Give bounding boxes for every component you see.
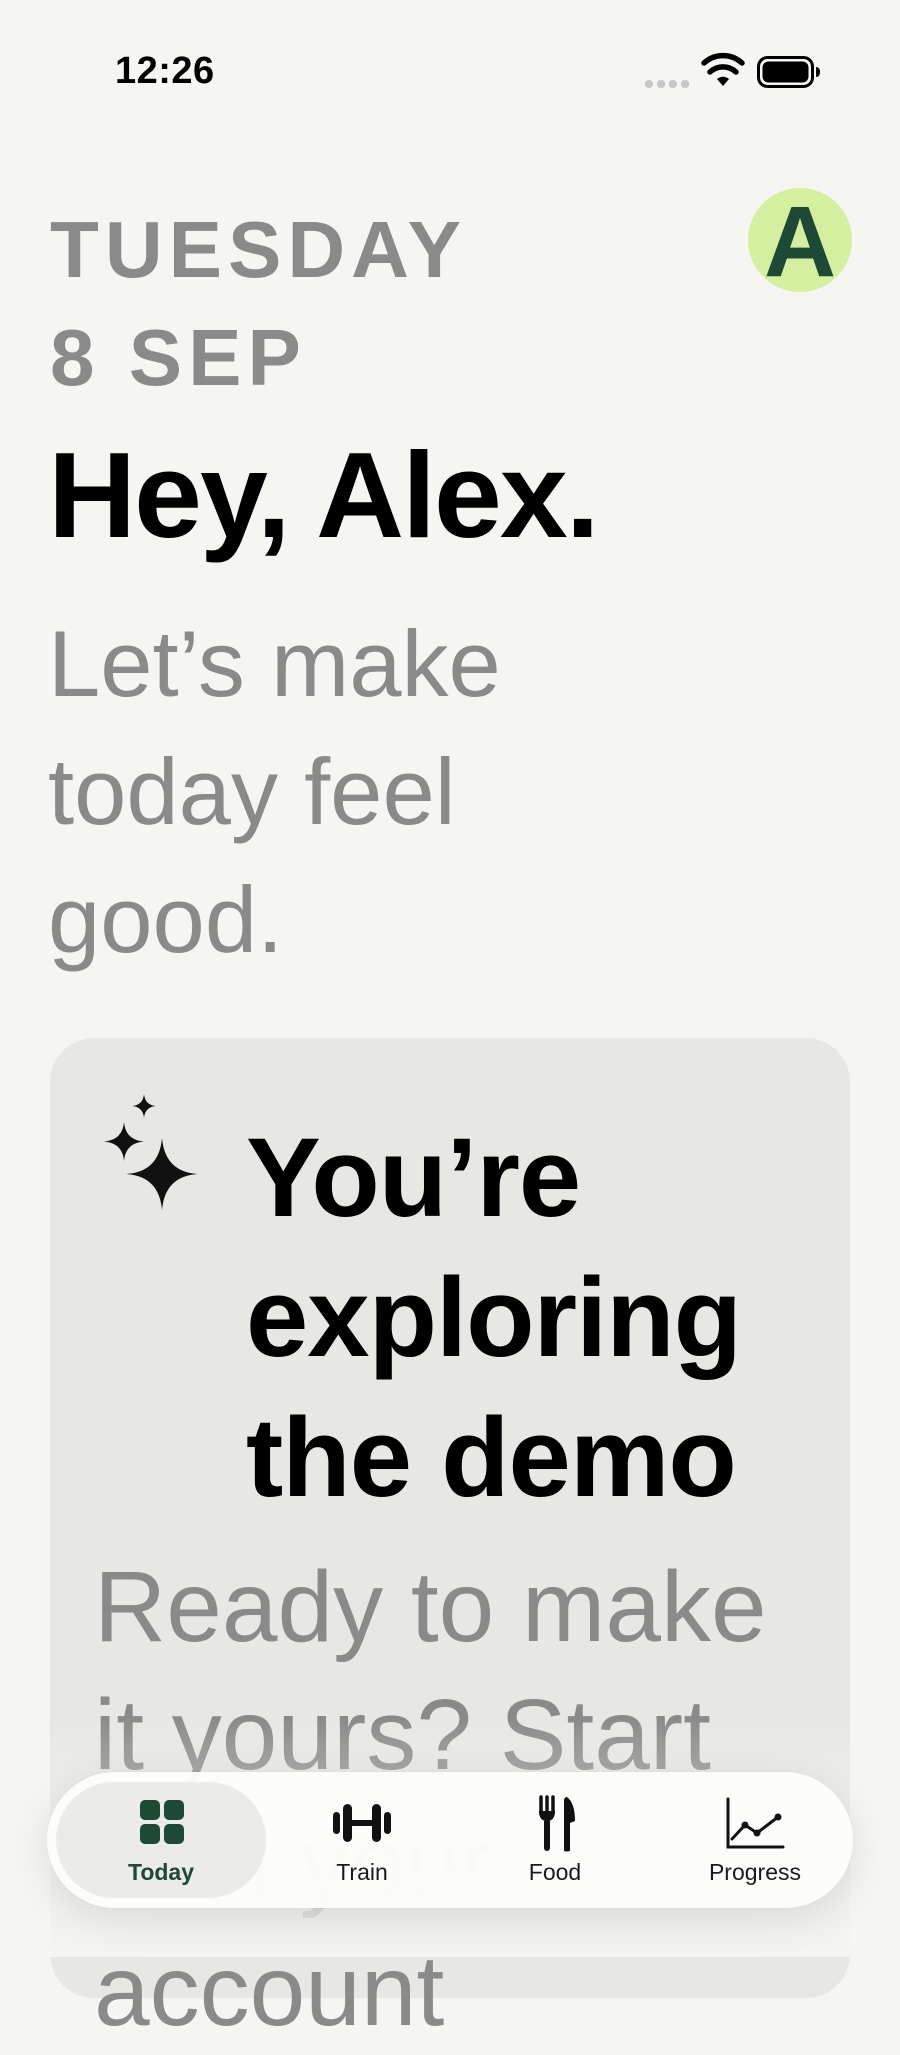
dumbbell-icon [333,1803,391,1842]
chart-line-icon [726,1797,785,1848]
date-label: TUESDAY 8 SEP [50,205,467,402]
tab-today[interactable]: Today [56,1782,266,1898]
tab-label: Progress [708,1858,802,1885]
battery-icon [757,56,820,88]
status-time: 12:26 [115,50,215,92]
tab-label: Today [127,1858,195,1885]
greeting-heading: Hey, Alex. [48,427,600,563]
sparkles-icon [104,1094,198,1210]
greeting-subtitle: Let’s make today feel good. [48,611,501,972]
tab-food[interactable]: Food [475,1782,635,1898]
tab-train[interactable]: Train [282,1782,442,1898]
tab-progress[interactable]: Progress [665,1782,845,1898]
demo-card-title: You’re exploring the demo [246,1115,742,1520]
status-bar: 12:26 [0,0,900,150]
tab-label: Food [528,1858,582,1885]
wifi-icon [701,52,745,86]
fork-knife-icon [539,1794,575,1851]
avatar-initial: A [763,186,837,298]
cellular-signal-icon [644,79,690,89]
grid-icon [140,1799,184,1844]
tab-bar: Today Train Food Progress [47,1772,853,1908]
avatar[interactable]: A [748,188,852,292]
tab-label: Train [336,1858,388,1885]
